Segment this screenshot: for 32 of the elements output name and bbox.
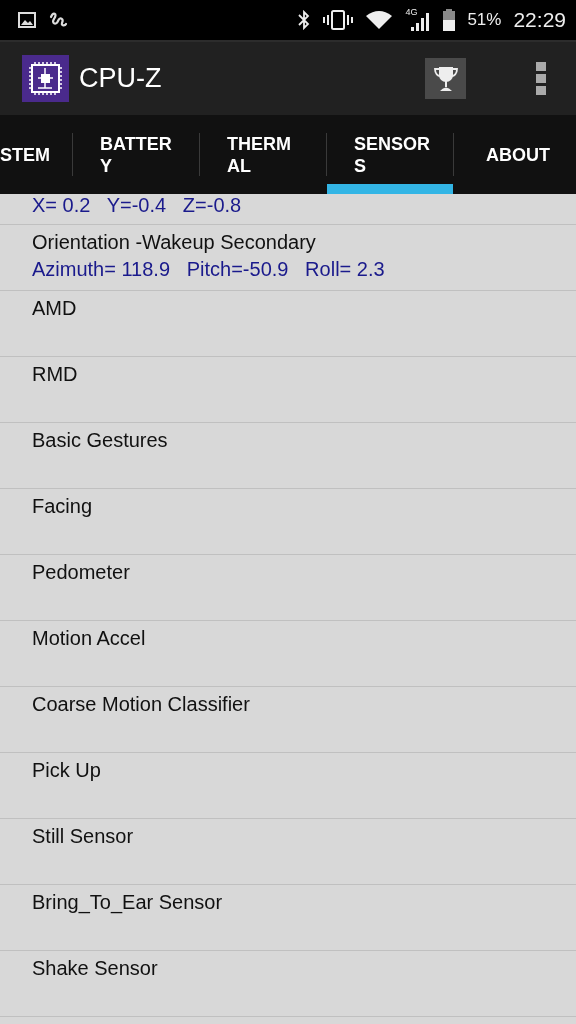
sensor-name: Pick Up xyxy=(32,759,102,782)
bluetooth-icon xyxy=(297,10,312,30)
menu-button[interactable] xyxy=(536,61,546,96)
tab[interactable]: THERM AL xyxy=(200,115,326,194)
squiggle-icon xyxy=(48,11,68,29)
network-type-label: 4G xyxy=(405,8,418,17)
sensor-name: Coarse Motion Classifier xyxy=(32,693,251,716)
tab[interactable]: BATTER Y xyxy=(73,115,199,194)
vibrate-icon xyxy=(323,10,354,30)
sensor-name: AMD xyxy=(32,297,78,320)
tab[interactable]: STEM xyxy=(0,115,72,194)
battery-icon xyxy=(443,9,456,31)
sensor-values: Azimuth= 118.9 Pitch=-50.9 Roll= 2.3 xyxy=(32,258,386,281)
chip-logo-icon xyxy=(22,55,69,102)
clock-time: 22:29 xyxy=(513,8,566,32)
sensor-values: X= 0.2 Y=-0.4 Z=-0.8 xyxy=(32,194,243,217)
menu-icon xyxy=(536,61,546,96)
sensor-name: Orientation -Wakeup Secondary xyxy=(32,231,317,254)
sensor-name: Motion Accel xyxy=(32,627,147,650)
app-title: CPU-Z xyxy=(79,63,162,94)
image-icon xyxy=(18,12,36,28)
sensor-name: Shake Sensor xyxy=(32,957,159,980)
wifi-icon xyxy=(365,10,394,30)
tab[interactable]: ABOUT xyxy=(454,115,576,194)
sensor-name: Still Sensor xyxy=(32,825,135,848)
sensor-name: Basic Gestures xyxy=(32,429,169,452)
sensor-name: Pedometer xyxy=(32,561,131,584)
sensor-name: RMD xyxy=(32,363,79,386)
sensor-name: Facing xyxy=(32,495,94,518)
battery-percentage: 51% xyxy=(467,10,502,30)
trophy-button[interactable] xyxy=(425,58,466,99)
sensor-name: Bring_To_Ear Sensor xyxy=(32,891,224,914)
